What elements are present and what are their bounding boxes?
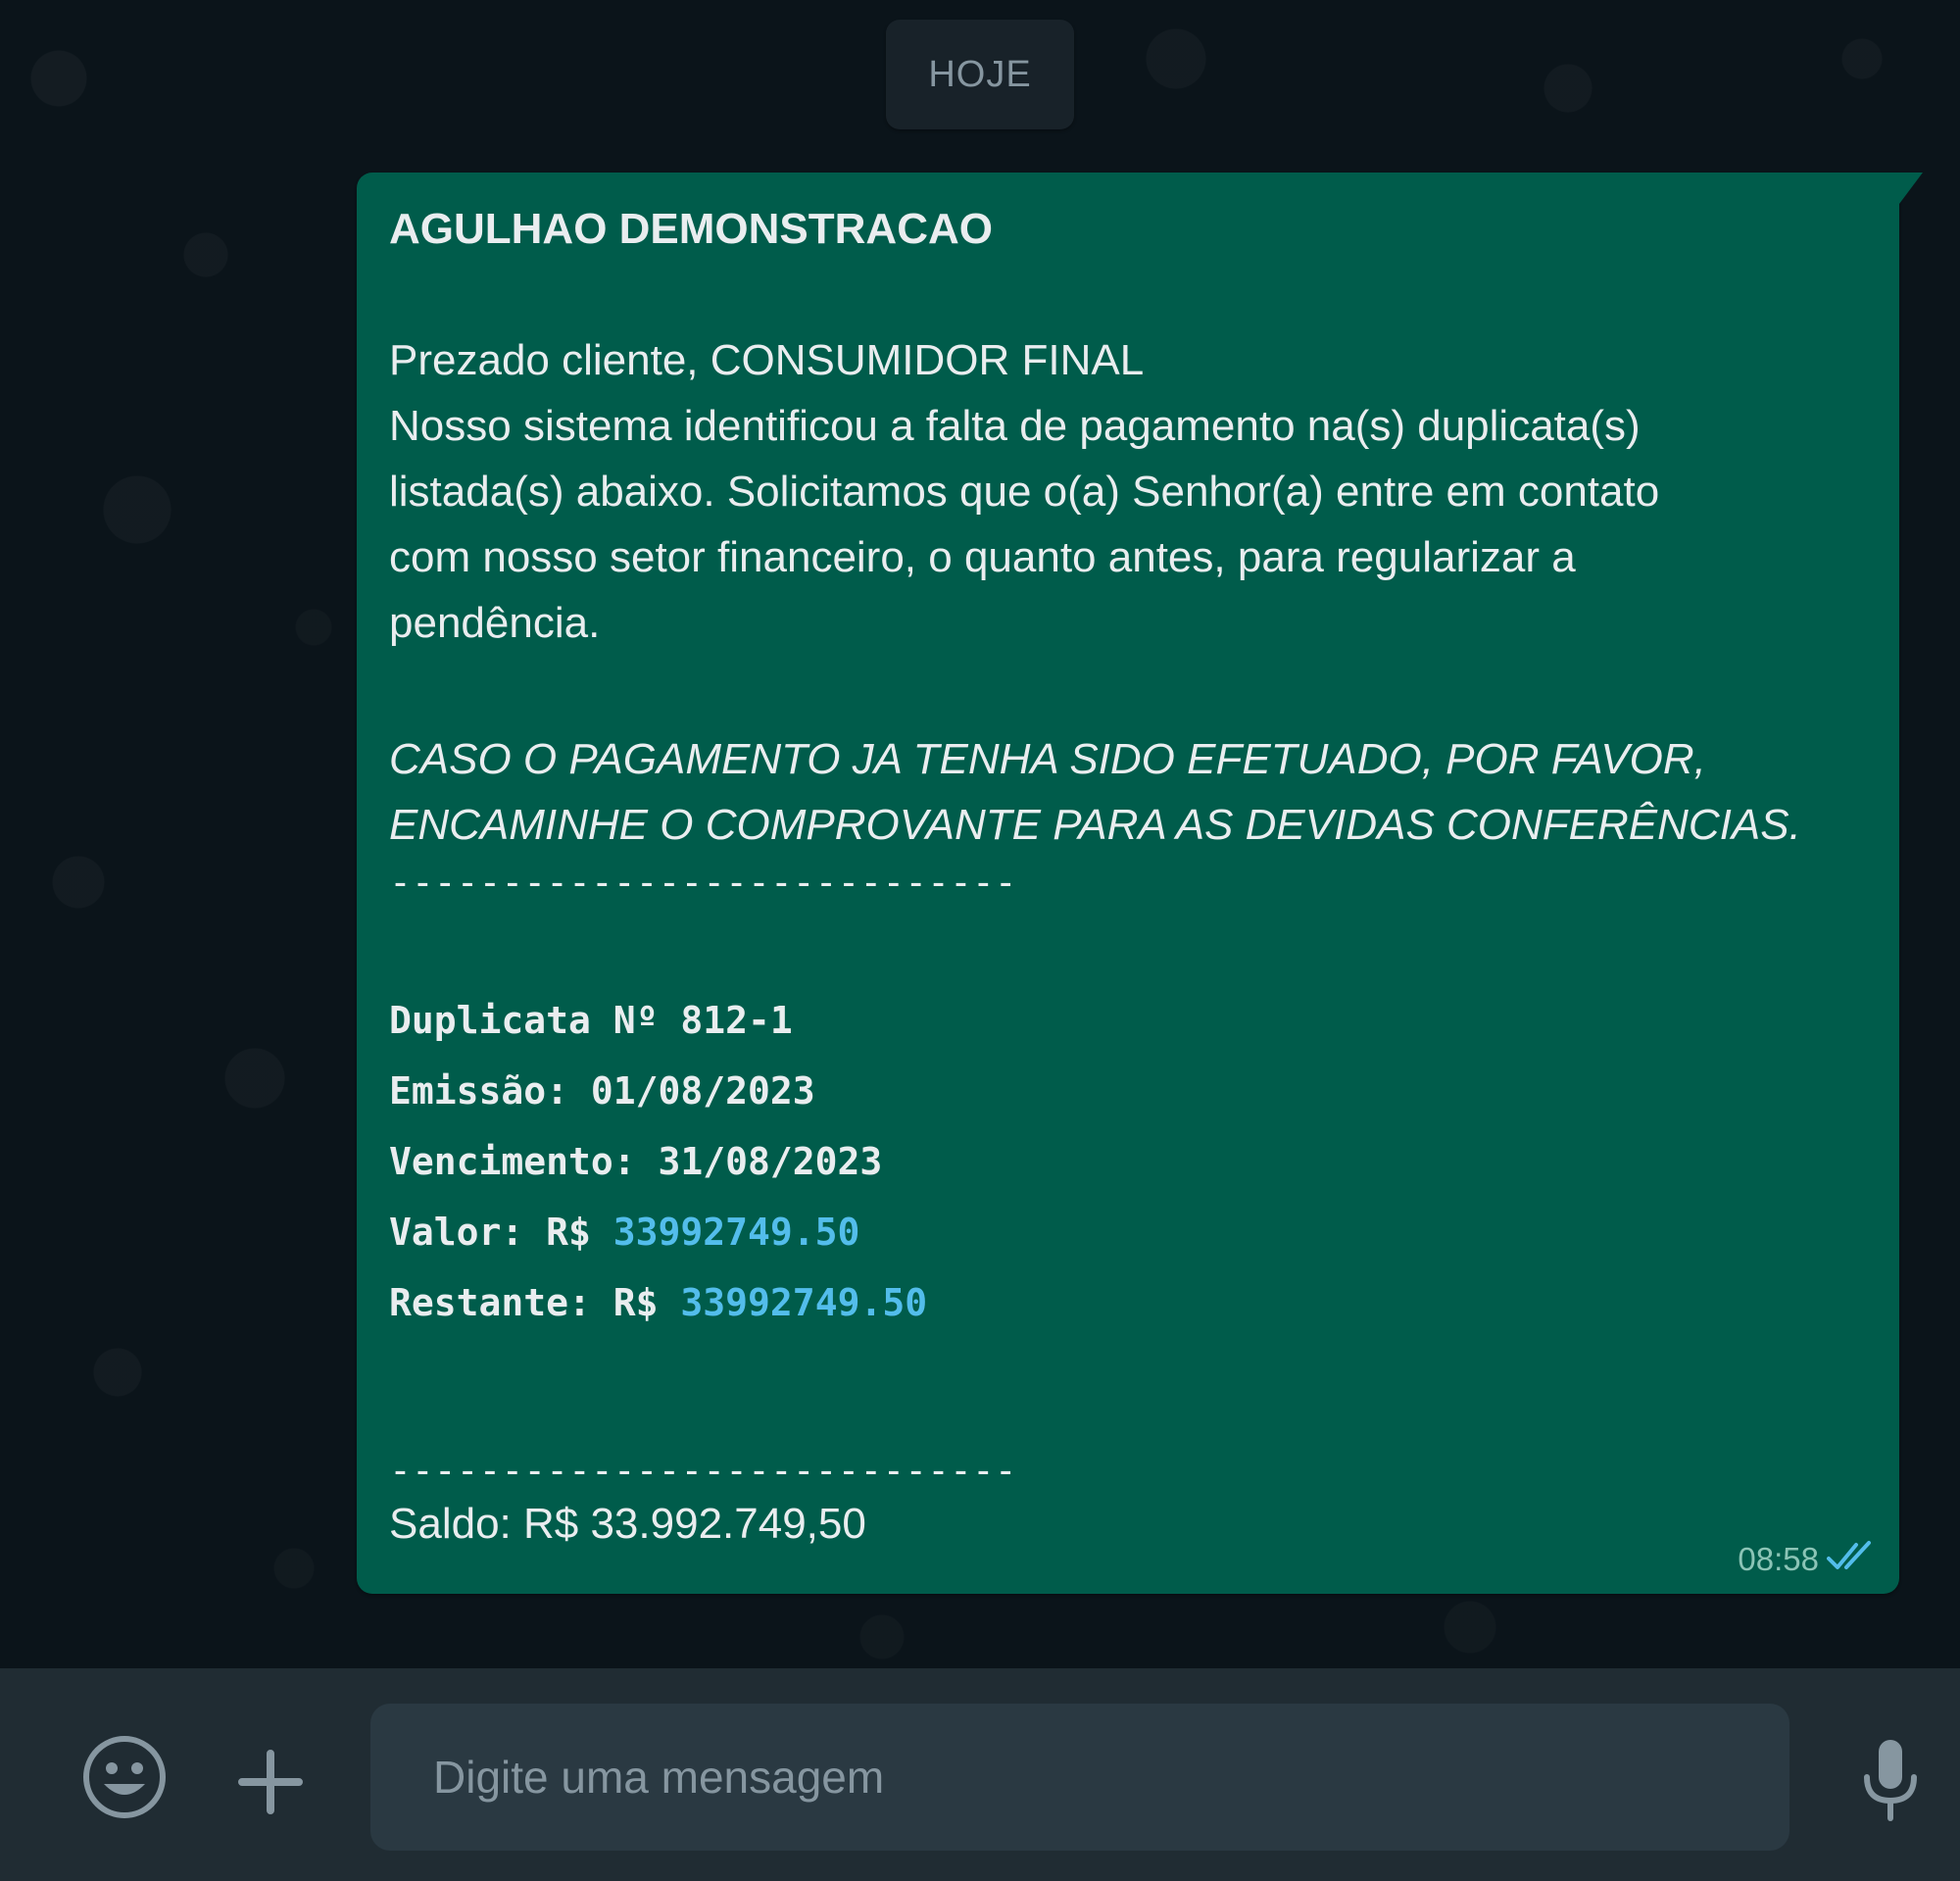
microphone-icon (1864, 1740, 1917, 1821)
plus-icon (238, 1750, 303, 1814)
message-title: AGULHAO DEMONSTRACAO (389, 205, 993, 253)
emoji-button[interactable] (80, 1733, 169, 1821)
message-meta: 08:58 (1738, 1539, 1876, 1580)
message-body-line: Nosso sistema identificou a falta de pag… (389, 402, 1641, 450)
restante-amount-link[interactable]: 33992749.50 (680, 1281, 927, 1324)
valor-amount-link[interactable]: 33992749.50 (613, 1211, 860, 1254)
payment-notice-line: ENCAMINHE O COMPROVANTE PARA AS DEVIDAS … (389, 801, 1801, 849)
message-time: 08:58 (1738, 1541, 1819, 1577)
message-body-line: com nosso setor financeiro, o quanto ant… (389, 533, 1576, 581)
vencimento-date: Vencimento: 31/08/2023 (389, 1140, 883, 1183)
attach-button[interactable] (231, 1743, 310, 1821)
duplicata-number: Duplicata Nº 812-1 (389, 999, 793, 1042)
message-body-line: pendência. (389, 599, 601, 647)
chat-area[interactable]: HOJE AGULHAO DEMONSTRACAO Prezado client… (0, 0, 1960, 1668)
bubble-tail (1899, 173, 1923, 204)
outgoing-message-bubble[interactable]: AGULHAO DEMONSTRACAO Prezado cliente, CO… (357, 173, 1923, 1594)
payment-notice-line: CASO O PAGAMENTO JA TENHA SIDO EFETUADO,… (389, 735, 1706, 783)
emissao-date: Emissão: 01/08/2023 (389, 1069, 815, 1113)
message-input[interactable] (431, 1750, 1789, 1805)
message-composer (0, 1668, 1960, 1881)
microphone-button[interactable] (1854, 1737, 1927, 1823)
valor-label: Valor: R$ (389, 1211, 613, 1254)
restante-row: Restante: R$ 33992749.50 (389, 1267, 1870, 1338)
restante-label: Restante: R$ (389, 1281, 681, 1324)
separator-line: ---------------------------- (389, 861, 1017, 904)
saldo-total: Saldo: R$ 33.992.749,50 (389, 1500, 866, 1548)
valor-row: Valor: R$ 33992749.50 (389, 1197, 1870, 1267)
separator-line: ---------------------------- (389, 1449, 1017, 1492)
message-body-line: listada(s) abaixo. Solicitamos que o(a) … (389, 468, 1660, 516)
date-divider: HOJE (886, 20, 1074, 129)
double-check-icon (1827, 1539, 1876, 1580)
message-input-container (370, 1704, 1789, 1851)
emoji-icon (83, 1736, 166, 1818)
message-greeting: Prezado cliente, CONSUMIDOR FINAL (389, 336, 1145, 384)
